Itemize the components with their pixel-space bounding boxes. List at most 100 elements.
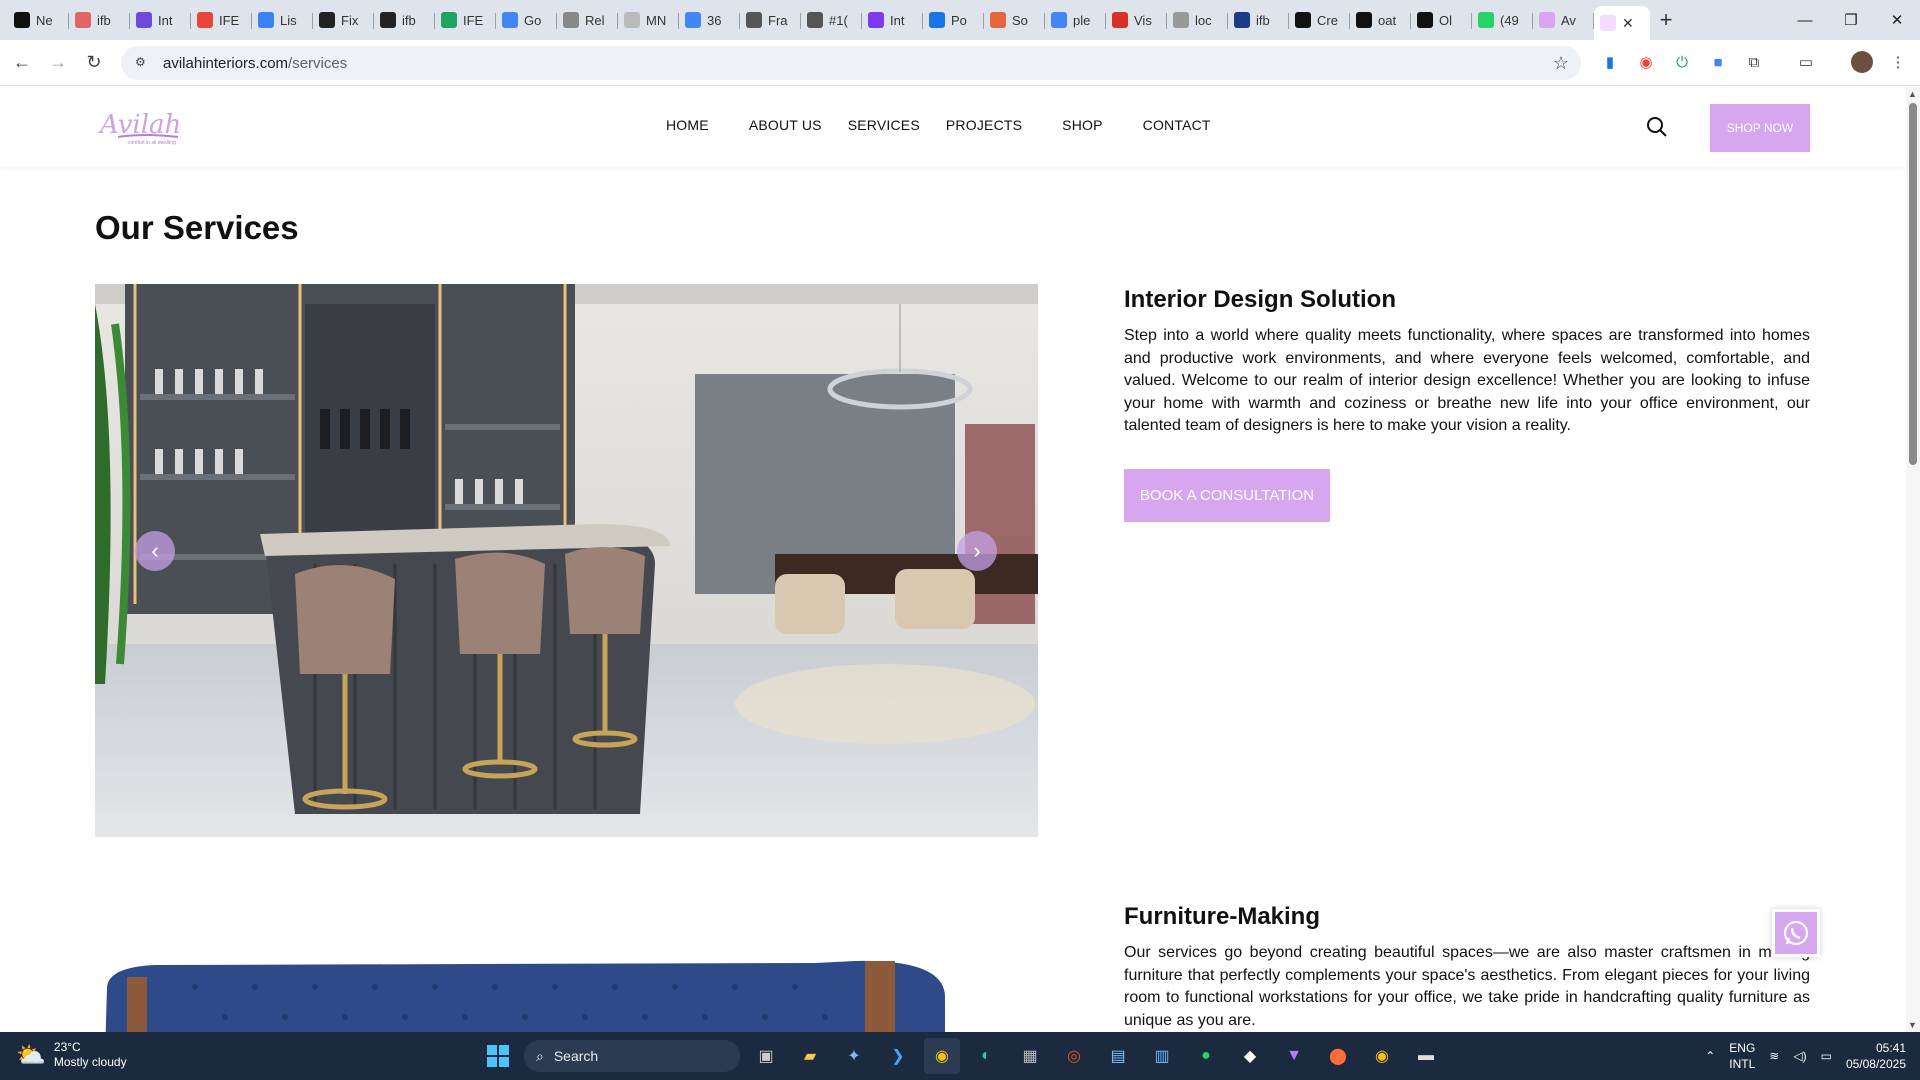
main-nav: HOME ABOUT US SERVICES PROJECTS SHOP CON… bbox=[666, 117, 1211, 133]
nav-contact[interactable]: CONTACT bbox=[1143, 117, 1211, 133]
whatsapp-chat-button[interactable] bbox=[1772, 909, 1820, 957]
reload-button[interactable]: ↻ bbox=[76, 45, 112, 81]
service-text-furniture: Our services go beyond creating beautifu… bbox=[1124, 944, 1810, 1029]
browser-tab[interactable]: ifb bbox=[69, 4, 130, 36]
browser-tab[interactable]: Ne bbox=[8, 4, 69, 36]
browser-tab[interactable]: Fra bbox=[740, 4, 801, 36]
chrome-profile-icon[interactable]: ◉ bbox=[1364, 1038, 1400, 1074]
tab-favicon-icon bbox=[258, 12, 274, 28]
vpn-icon[interactable]: ▼ bbox=[1276, 1038, 1312, 1074]
weather-widget[interactable]: ⛅ 23°C Mostly cloudy bbox=[16, 1040, 127, 1070]
nav-home[interactable]: HOME bbox=[666, 117, 709, 133]
app-icon[interactable]: ◆ bbox=[1232, 1038, 1268, 1074]
browser-tab[interactable]: oat bbox=[1350, 4, 1411, 36]
tab-favicon-icon bbox=[136, 12, 152, 28]
puzzle-extensions-icon[interactable]: ⧉ bbox=[1740, 48, 1768, 76]
browser-tab[interactable]: IFE bbox=[191, 4, 252, 36]
restore-icon[interactable]: ❐ bbox=[1828, 0, 1874, 40]
book-consultation-button[interactable]: BOOK A CONSULTATION bbox=[1124, 469, 1330, 522]
postman-icon[interactable]: ⬤ bbox=[1320, 1038, 1356, 1074]
calculator-icon[interactable]: ▦ bbox=[1012, 1038, 1048, 1074]
slider-prev-button[interactable]: ‹ bbox=[135, 531, 175, 571]
slider-next-button[interactable]: › bbox=[957, 531, 997, 571]
nav-shop[interactable]: SHOP bbox=[1062, 117, 1102, 133]
browser-tab[interactable]: ifb bbox=[1228, 4, 1289, 36]
nav-about-us[interactable]: ABOUT US bbox=[749, 117, 822, 133]
url-text[interactable]: avilahinteriors.com/services bbox=[163, 55, 347, 72]
browser-tab[interactable]: 36 bbox=[679, 4, 740, 36]
browser-tab[interactable]: Int bbox=[130, 4, 191, 36]
extension-icon[interactable]: ▮ bbox=[1596, 48, 1624, 76]
tab-favicon-icon bbox=[1417, 12, 1433, 28]
browser-tab[interactable]: loc bbox=[1167, 4, 1228, 36]
profile-avatar[interactable] bbox=[1848, 48, 1876, 76]
back-button[interactable]: ← bbox=[4, 45, 40, 81]
browser-tab[interactable]: Fix bbox=[313, 4, 374, 36]
wifi-icon[interactable]: ≋ bbox=[1769, 1049, 1779, 1063]
volume-icon[interactable]: ◁) bbox=[1793, 1049, 1806, 1063]
browser-tab[interactable]: Av bbox=[1533, 4, 1594, 36]
search-icon[interactable] bbox=[1645, 115, 1669, 139]
close-window-icon[interactable]: ✕ bbox=[1874, 0, 1920, 40]
forward-button[interactable]: → bbox=[40, 45, 76, 81]
taskbar-search-box[interactable]: ⌕ Search bbox=[524, 1040, 740, 1072]
tab-favicon-icon bbox=[502, 12, 518, 28]
ubuntu-icon[interactable]: ◎ bbox=[1056, 1038, 1092, 1074]
close-tab-icon[interactable]: ✕ bbox=[1622, 15, 1634, 32]
browser-tab[interactable]: IFE bbox=[435, 4, 496, 36]
nav-services[interactable]: SERVICES bbox=[848, 117, 920, 133]
browser-tab[interactable]: Po bbox=[923, 4, 984, 36]
page-scrollbar[interactable]: ▲ ▼ bbox=[1906, 87, 1920, 1032]
bookmark-star-icon[interactable]: ☆ bbox=[1553, 53, 1569, 74]
tab-avilah-active[interactable]: ✕ bbox=[1594, 6, 1650, 40]
avilah-logo[interactable]: Avilah comfort in all dwelling bbox=[98, 107, 184, 147]
browser-tab[interactable]: Lis bbox=[252, 4, 313, 36]
browser-menu-icon[interactable]: ⋮ bbox=[1884, 48, 1912, 76]
vscode-icon[interactable]: ❯ bbox=[880, 1038, 916, 1074]
browser-tab[interactable]: Vis bbox=[1106, 4, 1167, 36]
clock[interactable]: 05:41 05/08/2025 bbox=[1846, 1040, 1906, 1072]
address-bar[interactable]: ⚙ avilahinteriors.com/services ☆ bbox=[121, 46, 1581, 80]
browser-tab[interactable]: Rel bbox=[557, 4, 618, 36]
scrollbar-thumb[interactable] bbox=[1909, 103, 1917, 465]
browser-tab[interactable]: Go bbox=[496, 4, 557, 36]
tab-favicon-icon bbox=[75, 12, 91, 28]
notepad-icon[interactable]: ▤ bbox=[1100, 1038, 1136, 1074]
chrome-icon[interactable]: ◉ bbox=[924, 1038, 960, 1074]
power-extension-icon[interactable]: ⏻ bbox=[1668, 48, 1696, 76]
task-view-icon[interactable]: ▣ bbox=[748, 1038, 784, 1074]
browser-tab[interactable]: Int bbox=[862, 4, 923, 36]
browser-tab[interactable]: Ol bbox=[1411, 4, 1472, 36]
search-icon: ⌕ bbox=[536, 1047, 544, 1064]
browser-tab[interactable]: Cre bbox=[1289, 4, 1350, 36]
windows-start-icon[interactable] bbox=[480, 1038, 516, 1074]
new-tab-button[interactable]: + bbox=[1650, 4, 1682, 36]
tab-search-icon[interactable]: ▭ bbox=[1792, 48, 1820, 76]
copilot-icon[interactable]: ✦ bbox=[836, 1038, 872, 1074]
battery-icon[interactable]: ▭ bbox=[1821, 1049, 1832, 1063]
tab-favicon-icon bbox=[1051, 12, 1067, 28]
nav-projects[interactable]: PROJECTS bbox=[946, 117, 1022, 133]
browser-tab[interactable]: So bbox=[984, 4, 1045, 36]
language-indicator[interactable]: ENG INTL bbox=[1729, 1040, 1755, 1072]
ms-store-icon[interactable]: ▥ bbox=[1144, 1038, 1180, 1074]
terminal-icon[interactable]: ▬ bbox=[1408, 1038, 1444, 1074]
tab-favicon-icon bbox=[746, 12, 762, 28]
spotify-icon[interactable]: ● bbox=[1188, 1038, 1224, 1074]
browser-tab[interactable]: MN bbox=[618, 4, 679, 36]
color-extension-icon[interactable]: ◉ bbox=[1632, 48, 1660, 76]
site-info-icon[interactable]: ⚙ bbox=[135, 55, 151, 71]
service-image-slider[interactable]: ‹ › bbox=[95, 284, 1038, 837]
browser-tab[interactable]: ifb bbox=[374, 4, 435, 36]
chevron-up-icon[interactable]: ⌃ bbox=[1705, 1049, 1715, 1063]
tab-label: Fix bbox=[341, 12, 359, 28]
browser-tab[interactable]: #1( bbox=[801, 4, 862, 36]
edge-icon[interactable]: ◐ bbox=[968, 1038, 1004, 1074]
minimize-icon[interactable]: — bbox=[1782, 0, 1828, 40]
file-explorer-icon[interactable]: ▰ bbox=[792, 1038, 828, 1074]
translate-extension-icon[interactable]: ■ bbox=[1704, 48, 1732, 76]
shop-now-button[interactable]: SHOP NOW bbox=[1710, 104, 1810, 152]
browser-tab[interactable]: ple bbox=[1045, 4, 1106, 36]
browser-tab[interactable]: (49 bbox=[1472, 4, 1533, 36]
tab-label: Int bbox=[158, 12, 173, 28]
